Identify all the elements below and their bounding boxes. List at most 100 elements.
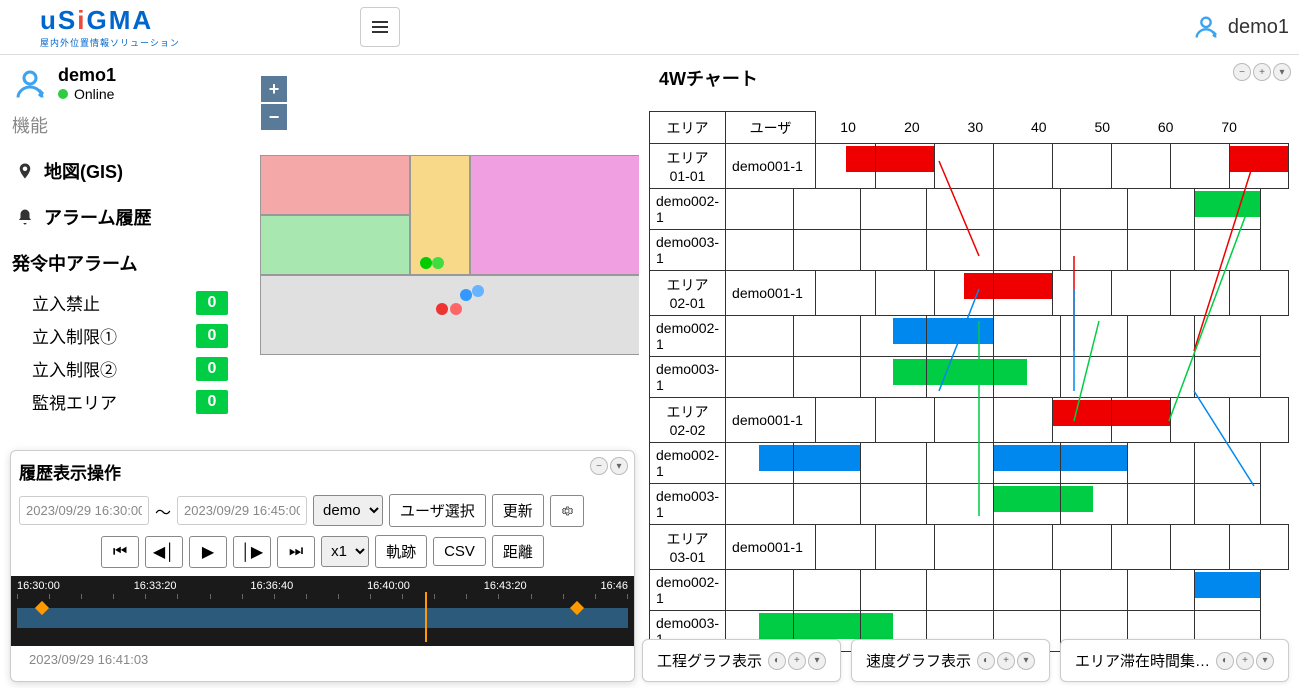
user-marker[interactable]	[460, 289, 472, 301]
user-select-button[interactable]: ユーザ選択	[389, 494, 486, 527]
logo-tagline: 屋内外位置情報ソリューション	[40, 36, 180, 49]
update-button[interactable]: 更新	[492, 494, 544, 527]
header-user[interactable]: demo1	[1192, 13, 1289, 41]
user-cell: demo003-1	[650, 357, 726, 398]
user-marker[interactable]	[472, 285, 484, 297]
gantt-bar[interactable]	[846, 146, 934, 172]
skip-forward-button[interactable]: ⏭	[277, 536, 315, 568]
menu-button[interactable]: ▾	[808, 652, 826, 670]
sidebar-item-gis[interactable]: 地図(GIS)	[12, 148, 228, 194]
alarm-row[interactable]: 立入制限①0	[12, 319, 228, 352]
alarm-row[interactable]: 立入制限②0	[12, 352, 228, 385]
trajectory-button[interactable]: 軌跡	[375, 535, 427, 568]
history-title: 履歴表示操作	[19, 459, 626, 484]
timeline-current-time: 2023/09/29 16:41:03	[19, 646, 626, 673]
alarm-label: 立入禁止	[12, 290, 100, 315]
user-marker[interactable]	[436, 303, 448, 315]
sidebar-item-label: 地図(GIS)	[44, 158, 123, 184]
minimize-button[interactable]: −	[1233, 63, 1251, 81]
tilde-separator: 〜	[155, 499, 171, 523]
timeline-tick-label: 16:36:40	[250, 580, 293, 592]
gantt-bar[interactable]	[1194, 191, 1261, 217]
gantt-cell	[816, 271, 1289, 316]
settings-button[interactable]	[550, 495, 584, 527]
map-zone	[260, 275, 645, 355]
timeline-cursor[interactable]	[425, 592, 427, 642]
sidebar-item-alarm-history[interactable]: アラーム履歴	[12, 194, 228, 240]
map-zone	[470, 155, 645, 275]
step-forward-button[interactable]: │▶	[233, 536, 271, 568]
expand-button[interactable]: +	[1236, 652, 1254, 670]
bottom-tabs: 工程グラフ表示 ◐+▾ 速度グラフ表示 ◐+▾ エリア滞在時間集… ◐+▾	[642, 639, 1289, 682]
gantt-bar[interactable]	[893, 318, 993, 344]
alarm-count-badge: 0	[196, 390, 228, 414]
gantt-cell	[726, 357, 1261, 398]
restore-button[interactable]: ◐	[768, 652, 786, 670]
gantt-bar[interactable]	[964, 273, 1052, 299]
user-cell: demo001-1	[726, 398, 816, 443]
from-datetime-input[interactable]	[19, 496, 149, 525]
gantt-bar[interactable]	[893, 359, 1027, 385]
hamburger-button[interactable]	[360, 7, 400, 47]
gantt-row: demo003-1	[650, 357, 1289, 398]
timeline-tick-label: 16:30:00	[17, 580, 60, 592]
restore-button[interactable]: ◐	[977, 652, 995, 670]
map-zone	[260, 155, 410, 215]
play-button[interactable]: ▶	[189, 536, 227, 568]
gantt-row: エリア 01-01demo001-1	[650, 144, 1289, 189]
map-zone	[260, 215, 410, 275]
alarm-row[interactable]: 監視エリア 0	[12, 385, 228, 418]
user-marker[interactable]	[420, 257, 432, 269]
alarm-label: 立入制限②	[12, 356, 117, 381]
tab-area-duration[interactable]: エリア滞在時間集… ◐+▾	[1060, 639, 1289, 682]
menu-button[interactable]: ▾	[1256, 652, 1274, 670]
tab-speed-graph[interactable]: 速度グラフ表示 ◐+▾	[851, 639, 1050, 682]
gantt-bar[interactable]	[759, 445, 859, 471]
gantt-bar[interactable]	[993, 486, 1093, 512]
header-username: demo1	[1228, 16, 1289, 39]
user-marker[interactable]	[450, 303, 462, 315]
gantt-cell	[726, 316, 1261, 357]
expand-button[interactable]: +	[788, 652, 806, 670]
timeline-bar[interactable]	[17, 608, 628, 628]
zoom-out-button[interactable]: −	[260, 103, 288, 131]
menu-button[interactable]: ▾	[610, 457, 628, 475]
gantt-bar[interactable]	[759, 613, 893, 639]
gantt-cell	[726, 230, 1261, 271]
tab-process-graph[interactable]: 工程グラフ表示 ◐+▾	[642, 639, 841, 682]
alarm-row[interactable]: 立入禁止0	[12, 286, 228, 319]
user-cell: demo002-1	[650, 443, 726, 484]
expand-button[interactable]: +	[1253, 63, 1271, 81]
expand-button[interactable]: +	[997, 652, 1015, 670]
status-dot-icon	[58, 89, 68, 99]
user-marker[interactable]	[432, 257, 444, 269]
panel-title: 4Wチャート	[649, 65, 1289, 91]
timeline-marker-end[interactable]	[570, 601, 584, 615]
timeline-marker-start[interactable]	[35, 601, 49, 615]
area-cell: エリア 02-02	[650, 398, 726, 443]
section-label: 機能	[12, 112, 228, 138]
gantt-bar[interactable]	[1194, 572, 1261, 598]
minimize-button[interactable]: −	[590, 457, 608, 475]
gantt-row: エリア 02-02demo001-1	[650, 398, 1289, 443]
menu-button[interactable]: ▾	[1017, 652, 1035, 670]
csv-button[interactable]: CSV	[433, 537, 486, 566]
gantt-bar[interactable]	[1229, 146, 1288, 172]
speed-select[interactable]: x1	[321, 536, 369, 567]
gantt-row: demo002-1	[650, 316, 1289, 357]
alarm-label: 監視エリア	[12, 389, 117, 414]
menu-button[interactable]: ▾	[1273, 63, 1291, 81]
area-cell: エリア 01-01	[650, 144, 726, 189]
user-select[interactable]: demo	[313, 495, 383, 526]
zoom-in-button[interactable]: +	[260, 75, 288, 103]
gantt-row: demo003-1	[650, 484, 1289, 525]
to-datetime-input[interactable]	[177, 496, 307, 525]
skip-back-button[interactable]: ⏮	[101, 536, 139, 568]
timeline[interactable]: 16:30:0016:33:2016:36:4016:40:0016:43:20…	[11, 576, 634, 646]
distance-button[interactable]: 距離	[492, 535, 544, 568]
restore-button[interactable]: ◐	[1216, 652, 1234, 670]
timeline-tick-label: 16:43:20	[484, 580, 527, 592]
step-back-button[interactable]: ◀│	[145, 536, 183, 568]
floor-plan[interactable]	[260, 155, 650, 415]
area-cell: エリア 02-01	[650, 271, 726, 316]
